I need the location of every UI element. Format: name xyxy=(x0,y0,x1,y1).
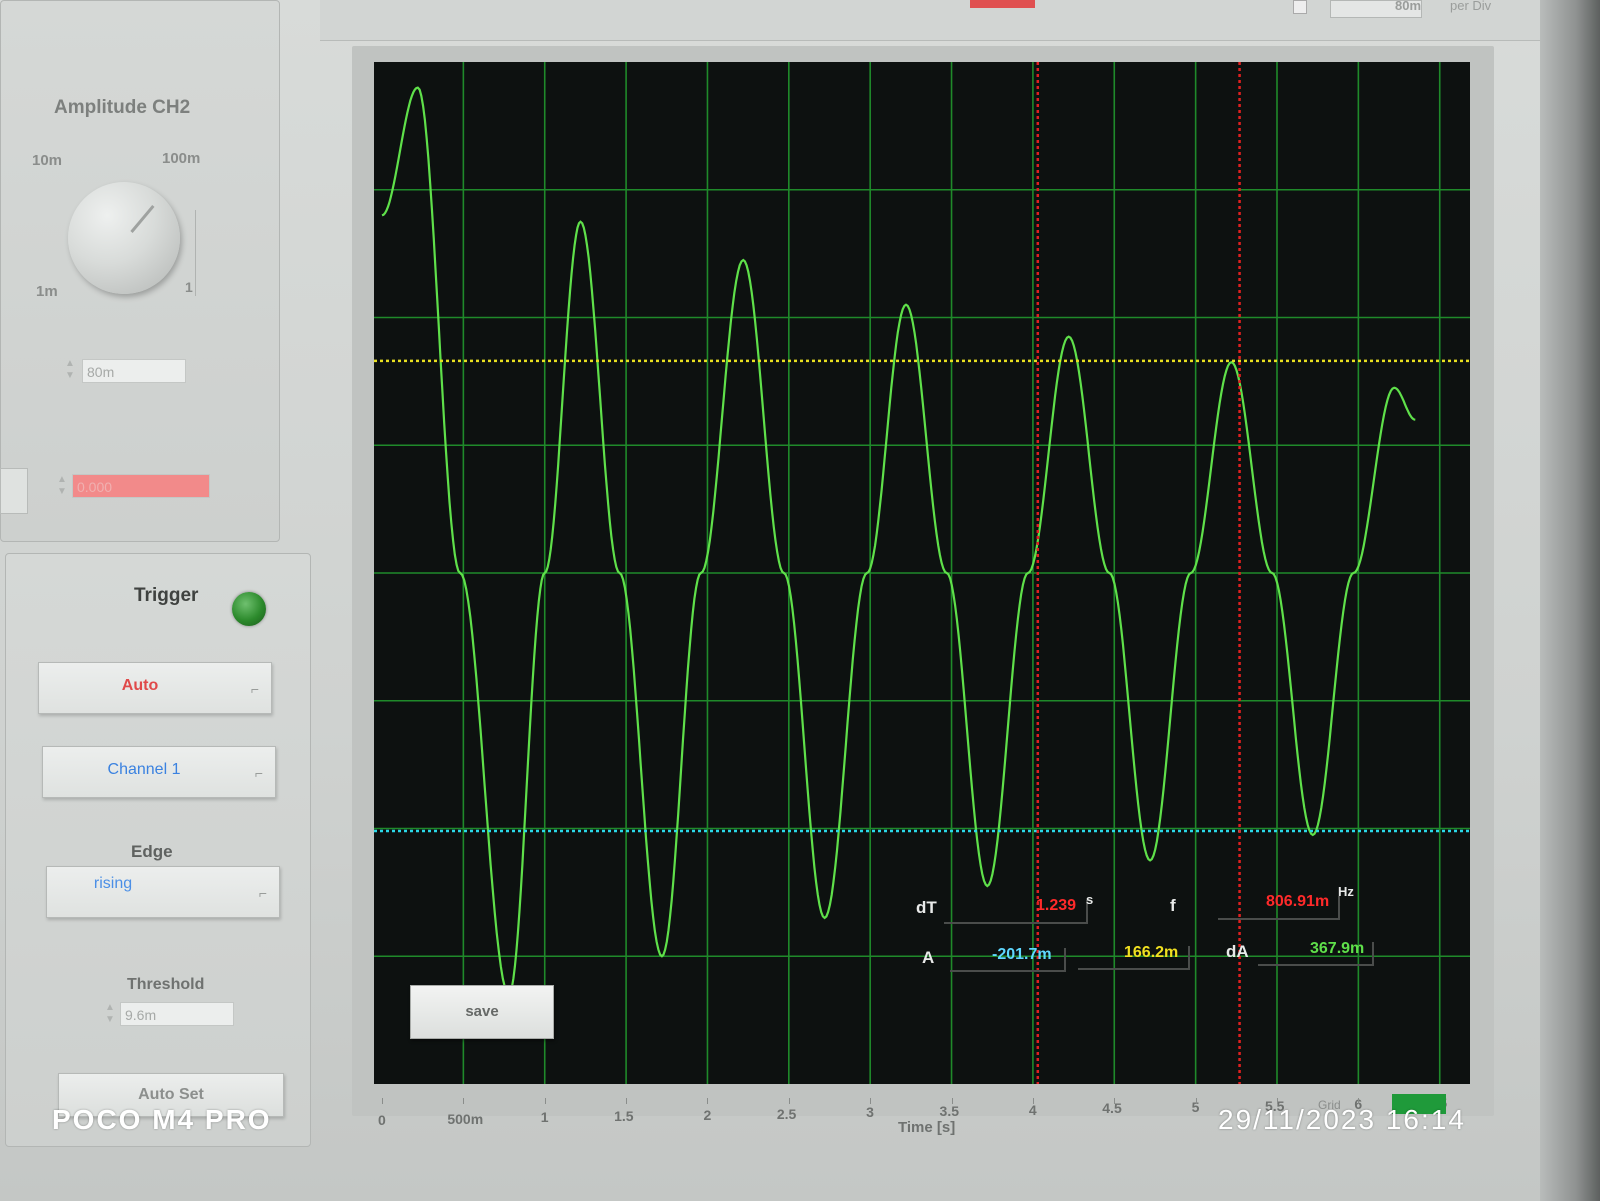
camera-watermark-model: POCO M4 PRO xyxy=(52,1104,272,1135)
f-label: f xyxy=(1170,896,1176,915)
trigger-led-indicator xyxy=(232,592,266,626)
chevron-down-icon: ⌐ xyxy=(250,681,259,697)
trigger-mode-value: Auto xyxy=(121,677,159,694)
x-tick-label: 500m xyxy=(447,1110,484,1127)
threshold-spinner-icon[interactable]: ▲ ▼ xyxy=(104,1002,116,1028)
x-tick-mark xyxy=(707,1098,709,1104)
screen: 80m per Div Amplitude CH2 10m 100m 1m 1 … xyxy=(0,0,1600,1201)
x-tick-label: 2.5 xyxy=(776,1105,797,1122)
save-button[interactable]: save xyxy=(410,985,554,1039)
offset-value-field[interactable]: 0.000 xyxy=(72,474,210,498)
top-checkbox[interactable] xyxy=(1293,0,1307,14)
x-tick-label: 4.5 xyxy=(1102,1100,1122,1117)
dT-unit: s xyxy=(1086,892,1094,907)
f-value: 806.91m xyxy=(1266,893,1330,910)
x-tick-mark xyxy=(951,1098,953,1104)
threshold-label: Threshold xyxy=(127,976,205,993)
trigger-mode-dropdown[interactable]: Auto ⌐ xyxy=(38,662,272,714)
x-tick-mark xyxy=(1195,1098,1197,1104)
scale-label-10m: 10m xyxy=(32,152,63,169)
time-per-div-value: 80m xyxy=(1395,0,1422,13)
x-tick-label: 3.5 xyxy=(939,1102,959,1119)
x-axis-title: Time [s] xyxy=(898,1119,956,1136)
edge-value: rising xyxy=(93,875,133,892)
top-red-indicator xyxy=(970,0,1035,8)
amplitude-spinner-icon[interactable]: ▲ ▼ xyxy=(64,358,76,384)
chevron-down-icon: ⌐ xyxy=(254,765,263,781)
waveform-trace xyxy=(381,86,1416,997)
knob-scale-ticks xyxy=(187,210,196,296)
amplitude-knob[interactable] xyxy=(68,182,180,294)
x-tick-label: 3 xyxy=(866,1104,874,1121)
threshold-value-field[interactable]: 9.6m xyxy=(120,1002,234,1026)
x-tick-mark xyxy=(544,1098,546,1104)
x-tick-mark xyxy=(1114,1098,1116,1104)
trigger-source-dropdown[interactable]: Channel 1 ⌐ xyxy=(42,746,276,798)
side-tab[interactable] xyxy=(0,468,28,514)
A-label: A xyxy=(922,948,935,967)
A2-value: 166.2m xyxy=(1124,944,1179,961)
waveform-graph[interactable] xyxy=(374,62,1470,1084)
A1-value: -201.7m xyxy=(992,946,1052,963)
camera-watermark-datetime: 29/11/2023 16:14 xyxy=(1218,1104,1466,1135)
x-tick-label: 1.5 xyxy=(614,1108,634,1125)
edge-label: Edge xyxy=(131,842,173,861)
dT-label: dT xyxy=(916,898,937,917)
trigger-source-value: Channel 1 xyxy=(107,761,181,778)
x-tick-mark xyxy=(463,1098,465,1104)
dA-value: 367.9m xyxy=(1310,940,1365,957)
x-tick-mark xyxy=(382,1098,383,1104)
scale-label-1m: 1m xyxy=(36,283,58,300)
x-tick-label: 2 xyxy=(703,1106,712,1123)
x-tick-label: 1 xyxy=(540,1109,549,1126)
waveform-svg xyxy=(374,62,1470,1084)
edge-dropdown[interactable]: rising ⌐ xyxy=(46,866,280,918)
x-tick-mark xyxy=(1032,1098,1034,1104)
amplitude-value-field[interactable]: 80m xyxy=(82,359,186,383)
x-tick-mark xyxy=(626,1098,628,1104)
x-tick-mark xyxy=(788,1098,790,1104)
dT-value: 1.239 xyxy=(1036,897,1077,914)
scale-label-100m: 100m xyxy=(162,150,201,167)
dA-label: dA xyxy=(1226,942,1249,961)
offset-spinner-icon[interactable]: ▲ ▼ xyxy=(56,474,68,500)
chevron-down-icon: ⌐ xyxy=(258,885,267,901)
monitor-bezel xyxy=(1540,0,1600,1201)
x-tick-label: 0 xyxy=(378,1112,386,1128)
trigger-title: Trigger xyxy=(134,585,199,606)
amplitude-ch2-title: Amplitude CH2 xyxy=(54,97,191,118)
time-per-div-unit: per Div xyxy=(1450,0,1492,13)
x-tick-mark xyxy=(870,1098,872,1104)
f-unit: Hz xyxy=(1338,884,1354,899)
